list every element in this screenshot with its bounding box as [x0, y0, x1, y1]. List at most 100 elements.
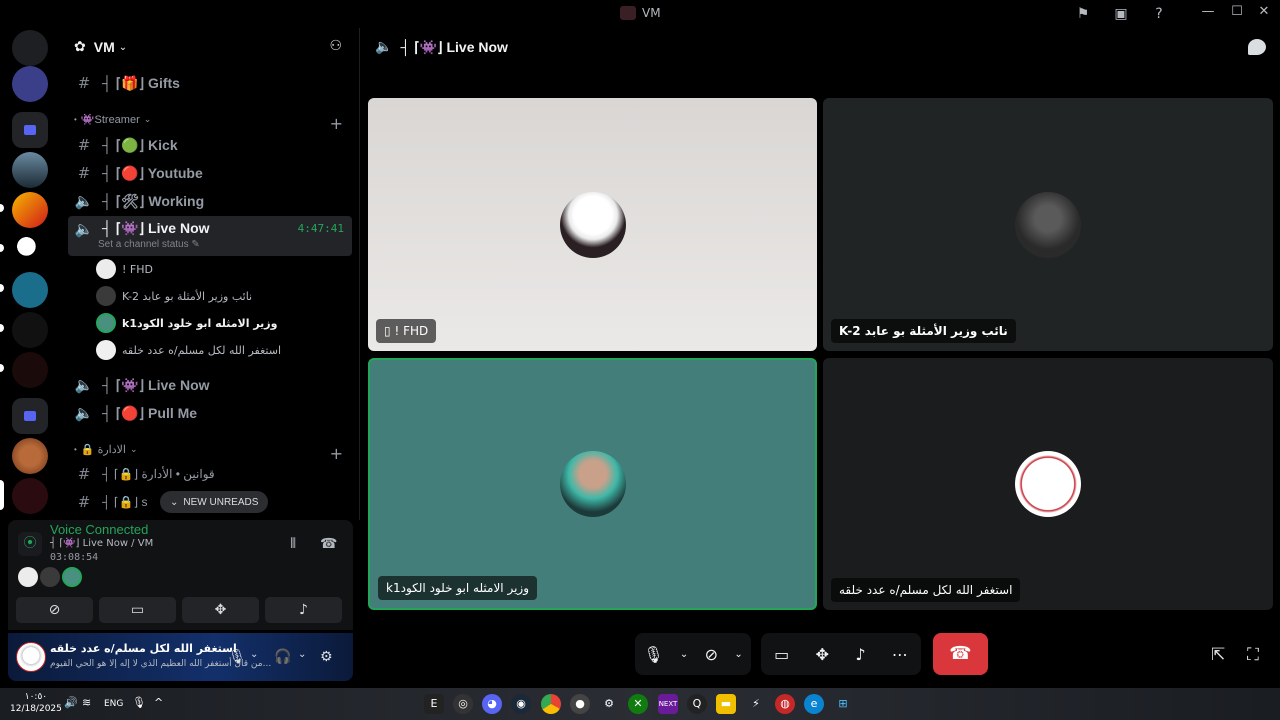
epic-games-icon[interactable]: E — [424, 694, 444, 714]
file-explorer-icon[interactable]: ▬ — [716, 694, 736, 714]
wifi-icon[interactable]: ≋ — [82, 696, 91, 709]
pencil-icon: ✎ — [191, 239, 200, 250]
inbox-icon[interactable]: ▣ — [1112, 5, 1130, 23]
unread-pill — [0, 284, 4, 292]
xbox-icon[interactable]: ✕ — [628, 694, 648, 714]
channel-youtube[interactable]: # ┤ ⌈🔴⌋ Youtube — [68, 160, 352, 186]
more-options-icon[interactable]: ⋯ — [892, 645, 908, 664]
server-folder-icon[interactable] — [12, 112, 48, 148]
voice-user[interactable]: k1وزير الامثله ابو خلود الكود — [96, 312, 277, 334]
server-icon[interactable] — [12, 312, 48, 348]
soundboard-icon[interactable]: ♪ — [855, 645, 865, 664]
system-clock[interactable]: ١٠:٥٠ 12/18/2025 — [10, 691, 62, 715]
volume-icon[interactable]: 🔊 — [64, 696, 78, 709]
camera-off-button[interactable]: ⊘ — [16, 597, 93, 623]
channel-gifts[interactable]: # ┤ ⌈🎁⌋ Gifts — [68, 70, 352, 96]
participant-tile-speaking[interactable]: k1وزير الامثله ابو خلود الكود — [368, 358, 817, 610]
discord-icon[interactable]: ◕ — [482, 694, 502, 714]
user-panel: استغفر الله لكل مسلم/ه عدد خلقه من قال أ… — [8, 633, 353, 681]
chrome-icon[interactable] — [541, 694, 561, 714]
disconnect-button[interactable]: ☎ — [933, 633, 988, 675]
server-icon-vm[interactable] — [12, 478, 48, 514]
channel-live-now-2[interactable]: 🔈 ┤ ⌈👾⌋ Live Now — [68, 372, 352, 398]
tray-chevron-icon[interactable]: ^ — [154, 696, 163, 709]
chevron-down-icon[interactable]: ⌄ — [734, 649, 742, 660]
fullscreen-icon[interactable]: ⛶ — [1247, 645, 1259, 665]
maximize-button[interactable]: ☐ — [1227, 4, 1247, 19]
chevron-down-icon[interactable]: ⌄ — [250, 649, 258, 660]
activities-button[interactable]: ✥ — [182, 597, 259, 623]
participant-tile[interactable]: ▯ ! FHD — [368, 98, 817, 351]
activities-icon[interactable]: ✥ — [816, 645, 829, 664]
unread-pill — [0, 204, 4, 212]
server-icon[interactable] — [12, 232, 48, 268]
participant-avatar — [559, 451, 626, 517]
settings-app-icon[interactable]: ⚙ — [599, 694, 619, 714]
channel-admin-rules[interactable]: # ┤ ⌈🔒⌋ قوانين • الأدارة — [68, 461, 352, 487]
participant-tile[interactable]: استغفر الله لكل مسلم/ه عدد خلقه — [823, 358, 1273, 610]
microphone-icon[interactable]: 🎙 — [228, 649, 246, 665]
participant-tile[interactable]: K-2 نائب وزير الأمثلة بو عابد — [823, 98, 1273, 351]
voice-status-title[interactable]: Voice Connected — [50, 522, 148, 537]
add-channel-icon[interactable]: + — [330, 114, 343, 133]
pop-out-icon[interactable]: ⇱ — [1211, 645, 1225, 665]
channel-kick[interactable]: # ┤ ⌈🟢⌋ Kick — [68, 132, 352, 158]
speaker-icon: 🔈 — [74, 220, 94, 238]
server-folder-icon[interactable] — [12, 398, 48, 434]
app-icon[interactable]: ◎ — [453, 694, 473, 714]
close-button[interactable]: ✕ — [1254, 4, 1274, 19]
text-channel-icon: # — [77, 74, 91, 92]
headphones-icon[interactable]: 🎧 — [274, 649, 291, 665]
category-admin[interactable]: • 🔒 الادارة ⌄ — [74, 443, 137, 456]
soundboard-button[interactable]: ♪ — [265, 597, 342, 623]
channel-pull-me[interactable]: 🔈 ┤ ⌈🔴⌋ Pull Me — [68, 400, 352, 426]
chevron-down-icon[interactable]: ⌄ — [680, 649, 688, 660]
disconnect-icon[interactable]: ☎ — [320, 536, 337, 552]
server-icon[interactable] — [12, 30, 48, 66]
server-icon[interactable] — [12, 272, 48, 308]
channel-working[interactable]: 🔈 ┤ ⌈🛠⌋ Working — [68, 188, 352, 214]
server-icon[interactable] — [12, 192, 48, 228]
unread-pill — [0, 324, 4, 332]
channel-status-link[interactable]: Set a channel status ✎ — [98, 239, 200, 250]
flag-icon[interactable]: ⚑ — [1074, 5, 1092, 23]
avatar — [18, 567, 38, 587]
screen-share-button[interactable]: ▭ — [99, 597, 176, 623]
microphone-tray-icon[interactable]: 🎙 — [132, 696, 146, 709]
settings-gear-icon[interactable]: ⚙ — [320, 649, 333, 665]
microphone-icon[interactable]: 🎙 — [643, 645, 663, 664]
chevron-down-icon[interactable]: ⌄ — [298, 649, 306, 660]
help-icon[interactable]: ? — [1150, 5, 1168, 23]
steam-icon[interactable]: ◉ — [511, 694, 531, 714]
channel-live-now[interactable]: 🔈 ┤ ⌈👾⌋ Live Now 4:47:41 Set a channel s… — [68, 216, 352, 256]
windows-start-icon[interactable]: ⊞ — [833, 694, 853, 714]
invite-people-icon[interactable]: ⚇ — [329, 38, 342, 54]
server-icon[interactable] — [12, 152, 48, 188]
guild-header[interactable]: ✿ VM ⌄ ⚇ — [60, 28, 360, 66]
noise-suppression-icon[interactable]: ⦀ — [290, 536, 296, 552]
app-icon[interactable]: Q — [687, 694, 707, 714]
app-icon[interactable]: ● — [570, 694, 590, 714]
edge-icon[interactable]: e — [804, 694, 824, 714]
app-icon[interactable]: ◍ — [775, 694, 795, 714]
audio-controls: 🎙 ⌄ ⊘ ⌄ — [635, 633, 751, 675]
user-name[interactable]: استغفر الله لكل مسلم/ه عدد خلقه — [50, 642, 237, 655]
new-unreads-button[interactable]: ⌄ NEW UNREADS — [160, 491, 269, 513]
camera-off-icon[interactable]: ⊘ — [705, 645, 718, 664]
chat-bubble-icon[interactable] — [1248, 39, 1266, 55]
user-avatar[interactable] — [16, 642, 46, 672]
category-streamer[interactable]: • 👾Streamer ⌄ — [74, 113, 151, 126]
signal-icon[interactable]: ⦿ — [18, 532, 42, 556]
voice-user[interactable]: K-2 نائب وزير الأمثلة بو عابد — [96, 285, 252, 307]
voice-user[interactable]: استغفر الله لكل مسلم/ه عدد خلقه — [96, 339, 281, 361]
voice-user[interactable]: ! FHD — [96, 258, 153, 280]
voice-channel-path[interactable]: ┤ ⌈👾⌋ Live Now / VM — [50, 538, 153, 549]
language-indicator[interactable]: ENG — [104, 699, 123, 709]
server-icon[interactable] — [12, 352, 48, 388]
app-icon[interactable]: ⚡ — [746, 694, 766, 714]
app-icon[interactable]: NEXT — [658, 694, 678, 714]
server-icon[interactable] — [12, 66, 48, 102]
screen-share-icon[interactable]: ▭ — [774, 645, 789, 664]
minimize-button[interactable]: — — [1198, 4, 1218, 19]
server-icon[interactable] — [12, 438, 48, 474]
